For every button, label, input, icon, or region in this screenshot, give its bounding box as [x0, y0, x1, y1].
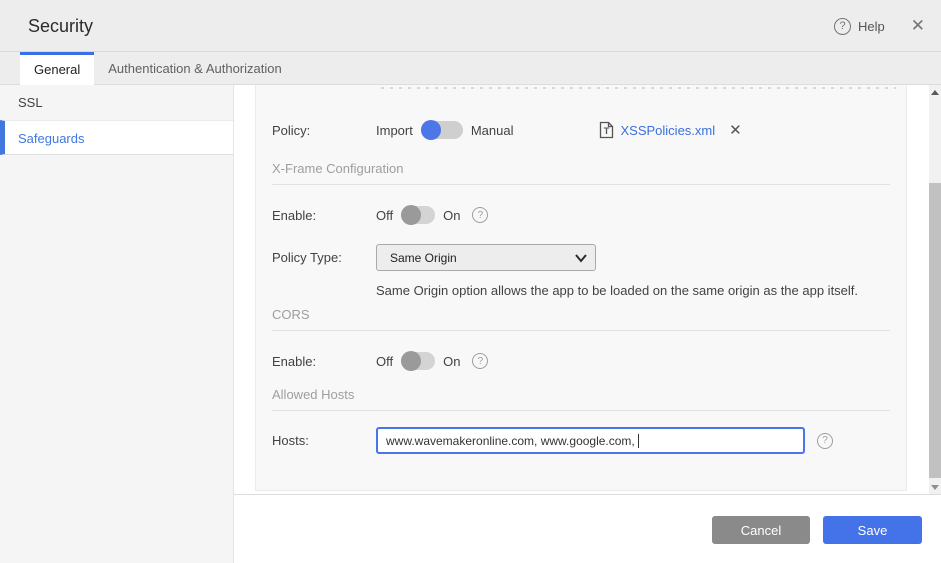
hosts-input[interactable]: www.wavemakeronline.com, www.google.com,	[376, 427, 805, 454]
policy-import-option[interactable]: Import	[376, 123, 413, 138]
enable-label: Enable:	[272, 353, 317, 369]
header-actions: ? Help ✕	[834, 0, 925, 52]
policy-manual-option[interactable]: Manual	[471, 123, 514, 138]
close-icon[interactable]: ✕	[911, 16, 925, 36]
xframe-help-icon[interactable]: ?	[472, 207, 489, 223]
hosts-help-icon[interactable]: ?	[817, 432, 833, 449]
xss-policy-file-link[interactable]: XSSPolicies.xml	[620, 123, 715, 138]
dialog-header: Security ? Help ✕	[0, 0, 941, 52]
hosts-input-value: www.wavemakeronline.com, www.google.com,	[386, 433, 635, 448]
scroll-viewport: Policy: Import Manual T XSSPolicies.xml	[234, 85, 929, 494]
cancel-button[interactable]: Cancel	[712, 516, 810, 544]
file-document-icon: T	[600, 121, 614, 139]
safeguards-form: Policy: Import Manual T XSSPolicies.xml	[255, 85, 907, 491]
tab-general[interactable]: General	[20, 52, 95, 85]
allowed-hosts-section-title: Allowed Hosts	[272, 387, 355, 402]
cors-enable-toggle[interactable]	[401, 351, 436, 371]
safeguards-panel: Policy: Import Manual T XSSPolicies.xml	[234, 85, 941, 563]
policy-label: Policy:	[272, 122, 311, 138]
chevron-down-icon	[575, 254, 587, 263]
policy-type-description: Same Origin option allows the app to be …	[376, 283, 859, 298]
svg-text:T: T	[604, 126, 610, 136]
help-icon[interactable]: ?	[834, 17, 851, 35]
cors-off-option[interactable]: Off	[376, 354, 393, 369]
toggle-knob	[401, 205, 422, 225]
dialog-footer: Cancel Save	[234, 494, 941, 563]
sidebar-item-safeguards[interactable]: Safeguards	[0, 120, 233, 155]
settings-sidebar: SSL Safeguards	[0, 85, 234, 563]
section-divider	[272, 330, 890, 331]
policy-mode-toggle[interactable]	[420, 120, 463, 140]
section-divider	[272, 410, 890, 411]
xss-policy-file-chip: T XSSPolicies.xml ✕	[599, 121, 742, 139]
text-caret	[637, 433, 639, 448]
security-dialog: Security ? Help ✕ General Authentication…	[0, 0, 941, 563]
cors-on-option[interactable]: On	[443, 354, 460, 369]
hosts-label: Hosts:	[272, 433, 309, 448]
remove-file-icon[interactable]: ✕	[729, 121, 742, 139]
toggle-knob	[401, 351, 422, 371]
scrollbar-thumb[interactable]	[929, 183, 941, 478]
save-button[interactable]: Save	[823, 516, 922, 544]
xss-policy-row: Policy: Import Manual T XSSPolicies.xml	[256, 118, 906, 142]
tab-bar: General Authentication & Authorization	[0, 52, 941, 85]
hosts-row: Hosts: www.wavemakeronline.com, www.goog…	[256, 427, 906, 454]
cors-enable-row: Enable: Off On ?	[256, 349, 906, 373]
clipped-row-above	[381, 87, 896, 89]
scroll-up-arrow[interactable]	[929, 85, 941, 99]
scroll-down-arrow[interactable]	[929, 480, 941, 494]
policy-type-label: Policy Type:	[272, 250, 342, 265]
toggle-knob	[420, 120, 441, 140]
xframe-off-option[interactable]: Off	[376, 208, 393, 223]
section-divider	[272, 184, 890, 185]
policy-type-row: Policy Type: Same Origin	[256, 244, 906, 271]
page-title: Security	[28, 16, 94, 36]
xframe-enable-toggle[interactable]	[401, 205, 436, 225]
vertical-scrollbar[interactable]	[929, 85, 941, 494]
policy-type-selected-value: Same Origin	[390, 250, 457, 265]
help-button[interactable]: Help	[858, 19, 885, 34]
xframe-section-title: X-Frame Configuration	[272, 161, 404, 176]
xframe-on-option[interactable]: On	[443, 208, 460, 223]
sidebar-item-ssl[interactable]: SSL	[0, 85, 233, 120]
xframe-enable-row: Enable: Off On ?	[256, 203, 906, 227]
tab-authentication-authorization[interactable]: Authentication & Authorization	[94, 52, 295, 85]
policy-type-select[interactable]: Same Origin	[376, 244, 596, 271]
cors-section-title: CORS	[272, 307, 310, 322]
cors-help-icon[interactable]: ?	[472, 353, 489, 369]
enable-label: Enable:	[272, 207, 317, 223]
